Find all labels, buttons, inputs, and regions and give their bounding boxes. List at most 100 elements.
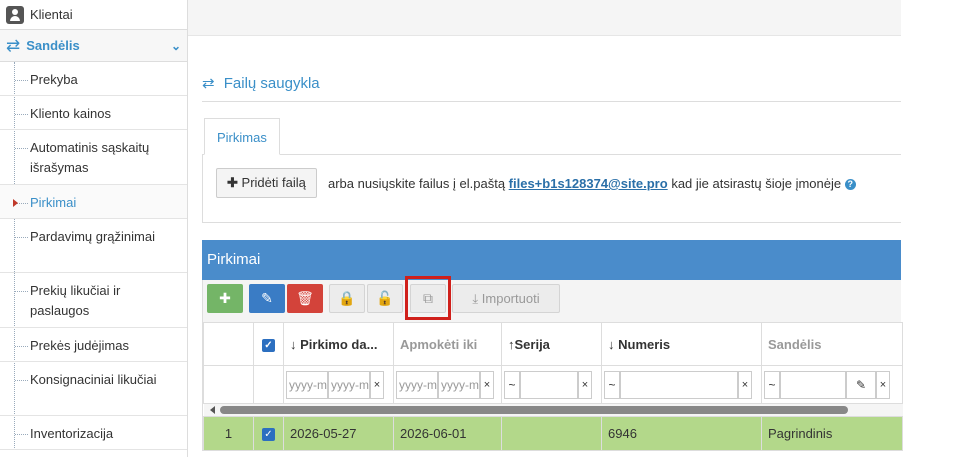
column-header-number[interactable]: ↓ Numeris (601, 322, 762, 366)
lock-icon: 🔒 (338, 290, 356, 306)
pencil-icon[interactable]: ✎ (846, 370, 876, 399)
file-storage-label: Failų saugykla (223, 75, 320, 92)
date-from-input[interactable]: yyyy-mm-dd (286, 370, 328, 399)
upload-email-link[interactable]: files+b1s128374@site.pro (509, 176, 668, 191)
file-storage-title: ⇄ Failų saugykla (202, 74, 320, 92)
grid-title: Pirkimai (207, 251, 261, 268)
tab-label: Pirkimas (217, 130, 267, 145)
column-label: Numeris (618, 336, 671, 352)
purchases-table: ✓ ↓ Pirkimo da... Apmokėti iki ↑Serija ↓… (202, 322, 903, 451)
sidebar-item-automatinis-saskaitu-israsymas[interactable]: Automatinis sąskaitų išrašymas (0, 130, 187, 185)
filter-date-cell: yyyy-mm-ddyyyy-mm-dd× (283, 365, 394, 404)
sidebar-item-label: Klientai (30, 7, 73, 22)
cell-date: 2026-05-27 (283, 416, 394, 451)
column-header-date[interactable]: ↓ Pirkimo da... (283, 322, 394, 366)
select-all-checkbox[interactable]: ✓ (253, 322, 284, 366)
match-mode-button[interactable]: ~ (764, 370, 780, 399)
scrollbar-thumb[interactable] (219, 406, 848, 414)
sidebar-item-prekiu-likuciai[interactable]: Prekių likučiai ir paslaugos (0, 273, 187, 328)
match-mode-button[interactable]: ~ (504, 370, 520, 399)
column-label: Pirkimo da... (300, 336, 378, 352)
filter-warehouse-cell: ~ ✎ × (761, 365, 903, 404)
column-label: Sandėlis (768, 336, 822, 352)
sidebar-item-label: Pirkimai (30, 195, 77, 210)
sidebar-section-sandelis[interactable]: ⇄ Sandėlis ⌄ (0, 30, 187, 62)
grid-title-bar: Pirkimai (202, 240, 901, 280)
clear-filter-icon[interactable]: × (738, 370, 752, 399)
cell-series (501, 416, 602, 451)
sidebar-section-label: Sandėlis (26, 38, 80, 53)
add-button[interactable]: ✚ (207, 284, 243, 313)
unlock-icon: 🔓 (376, 290, 394, 306)
cell-number: 6946 (601, 416, 762, 451)
sidebar-item-label: Kliento kainos (30, 106, 111, 121)
help-icon[interactable]: ? (844, 179, 856, 191)
sidebar-item-pirkimai[interactable]: Pirkimai (0, 185, 187, 219)
lock-button[interactable]: 🔒 (329, 284, 365, 313)
chevron-down-icon: ⌄ (170, 39, 181, 53)
column-label: Serija (514, 336, 550, 352)
date-to-input[interactable]: yyyy-mm-dd (328, 370, 370, 399)
sidebar: Klientai ⇄ Sandėlis ⌄ Prekyba Kliento ka… (0, 0, 188, 457)
row-checkbox[interactable]: ✓ (253, 416, 284, 451)
cell-pay-until: 2026-06-01 (393, 416, 502, 451)
sort-desc-icon: ↓ (608, 336, 615, 352)
column-header-warehouse[interactable]: Sandėlis (761, 322, 903, 366)
edit-button[interactable]: ✎ (249, 284, 285, 313)
sidebar-item-prekes-judejimas[interactable]: Prekės judėjimas (0, 328, 187, 362)
filter-row: yyyy-mm-ddyyyy-mm-dd× yyyy-mm-ddyyyy-mm-… (203, 365, 903, 404)
table-header-row: ✓ ↓ Pirkimo da... Apmokėti iki ↑Serija ↓… (203, 322, 903, 366)
filter-pay-until-cell: yyyy-mm-ddyyyy-mm-dd× (393, 365, 502, 404)
sidebar-item-klientai[interactable]: Klientai (0, 0, 187, 30)
filter-series-cell: ~ × (501, 365, 602, 404)
sidebar-item-konsignaciniai-likuciai[interactable]: Konsignaciniai likučiai (0, 362, 187, 416)
filter-empty-cell (203, 365, 254, 404)
table-row[interactable]: 1 ✓ 2026-05-27 2026-06-01 6946 Pagrindin… (203, 416, 903, 451)
upload-suffix: kad jie atsirastų šioje įmonėje (671, 176, 842, 191)
warehouse-filter-input[interactable] (780, 370, 846, 399)
sidebar-item-label: Prekyba (30, 72, 78, 87)
pencil-icon: ✎ (261, 290, 273, 306)
clear-filter-icon[interactable]: × (370, 370, 384, 399)
grid-toolbar: ✚ ✎ 🗑 🔒 🔓 ⧉ ⤓ Importuoti (202, 280, 901, 322)
clear-filter-icon[interactable]: × (876, 370, 890, 399)
filter-empty-cell (253, 365, 284, 404)
pay-from-input[interactable]: yyyy-mm-dd (396, 370, 438, 399)
column-header-pay-until[interactable]: Apmokėti iki (393, 322, 502, 366)
sidebar-item-prekyba[interactable]: Prekyba (0, 62, 187, 96)
sidebar-submenu: Prekyba Kliento kainos Automatinis sąska… (0, 62, 187, 450)
column-label: Apmokėti iki (400, 336, 478, 352)
delete-button[interactable]: 🗑 (287, 284, 323, 313)
plus-icon: ✚ (219, 290, 231, 306)
sidebar-item-label: Pardavimų grąžinimai (30, 229, 155, 244)
column-header-series[interactable]: ↑Serija (501, 322, 602, 366)
unlock-button[interactable]: 🔓 (367, 284, 403, 313)
plus-icon: ✚ (227, 175, 238, 190)
top-bar (188, 0, 901, 36)
import-button[interactable]: ⤓ Importuoti (452, 284, 560, 313)
sidebar-item-pardavimu-grazinimai[interactable]: Pardavimų grąžinimai (0, 219, 187, 273)
pay-to-input[interactable]: yyyy-mm-dd (438, 370, 480, 399)
sidebar-item-label: Prekių likučiai ir paslaugos (30, 283, 121, 318)
row-index: 1 (203, 416, 254, 451)
sidebar-item-inventorizacija[interactable]: Inventorizacija (0, 416, 187, 450)
sidebar-item-kliento-kainos[interactable]: Kliento kainos (0, 96, 187, 130)
clear-filter-icon[interactable]: × (578, 370, 592, 399)
add-file-button[interactable]: ✚ Pridėti failą (216, 168, 317, 198)
upload-prefix: arba nusiųskite failus į el.paštą (328, 176, 506, 191)
checkbox-checked-icon: ✓ (262, 338, 275, 352)
horizontal-scrollbar[interactable] (203, 403, 903, 417)
horizontal-scrollbar-row (203, 403, 903, 417)
active-caret-icon (13, 199, 18, 207)
sidebar-item-label: Automatinis sąskaitų išrašymas (30, 140, 150, 175)
clear-filter-icon[interactable]: × (480, 370, 494, 399)
tab-pirkimas[interactable]: Pirkimas (204, 118, 280, 155)
series-filter-input[interactable] (520, 370, 578, 399)
copy-button-highlight (405, 276, 451, 320)
contacts-icon (6, 5, 24, 24)
download-icon: ⤓ (472, 291, 479, 306)
exchange-arrows-icon: ⇄ (202, 75, 215, 92)
number-filter-input[interactable] (620, 370, 738, 399)
scroll-left-icon[interactable] (209, 406, 215, 414)
match-mode-button[interactable]: ~ (604, 370, 620, 399)
